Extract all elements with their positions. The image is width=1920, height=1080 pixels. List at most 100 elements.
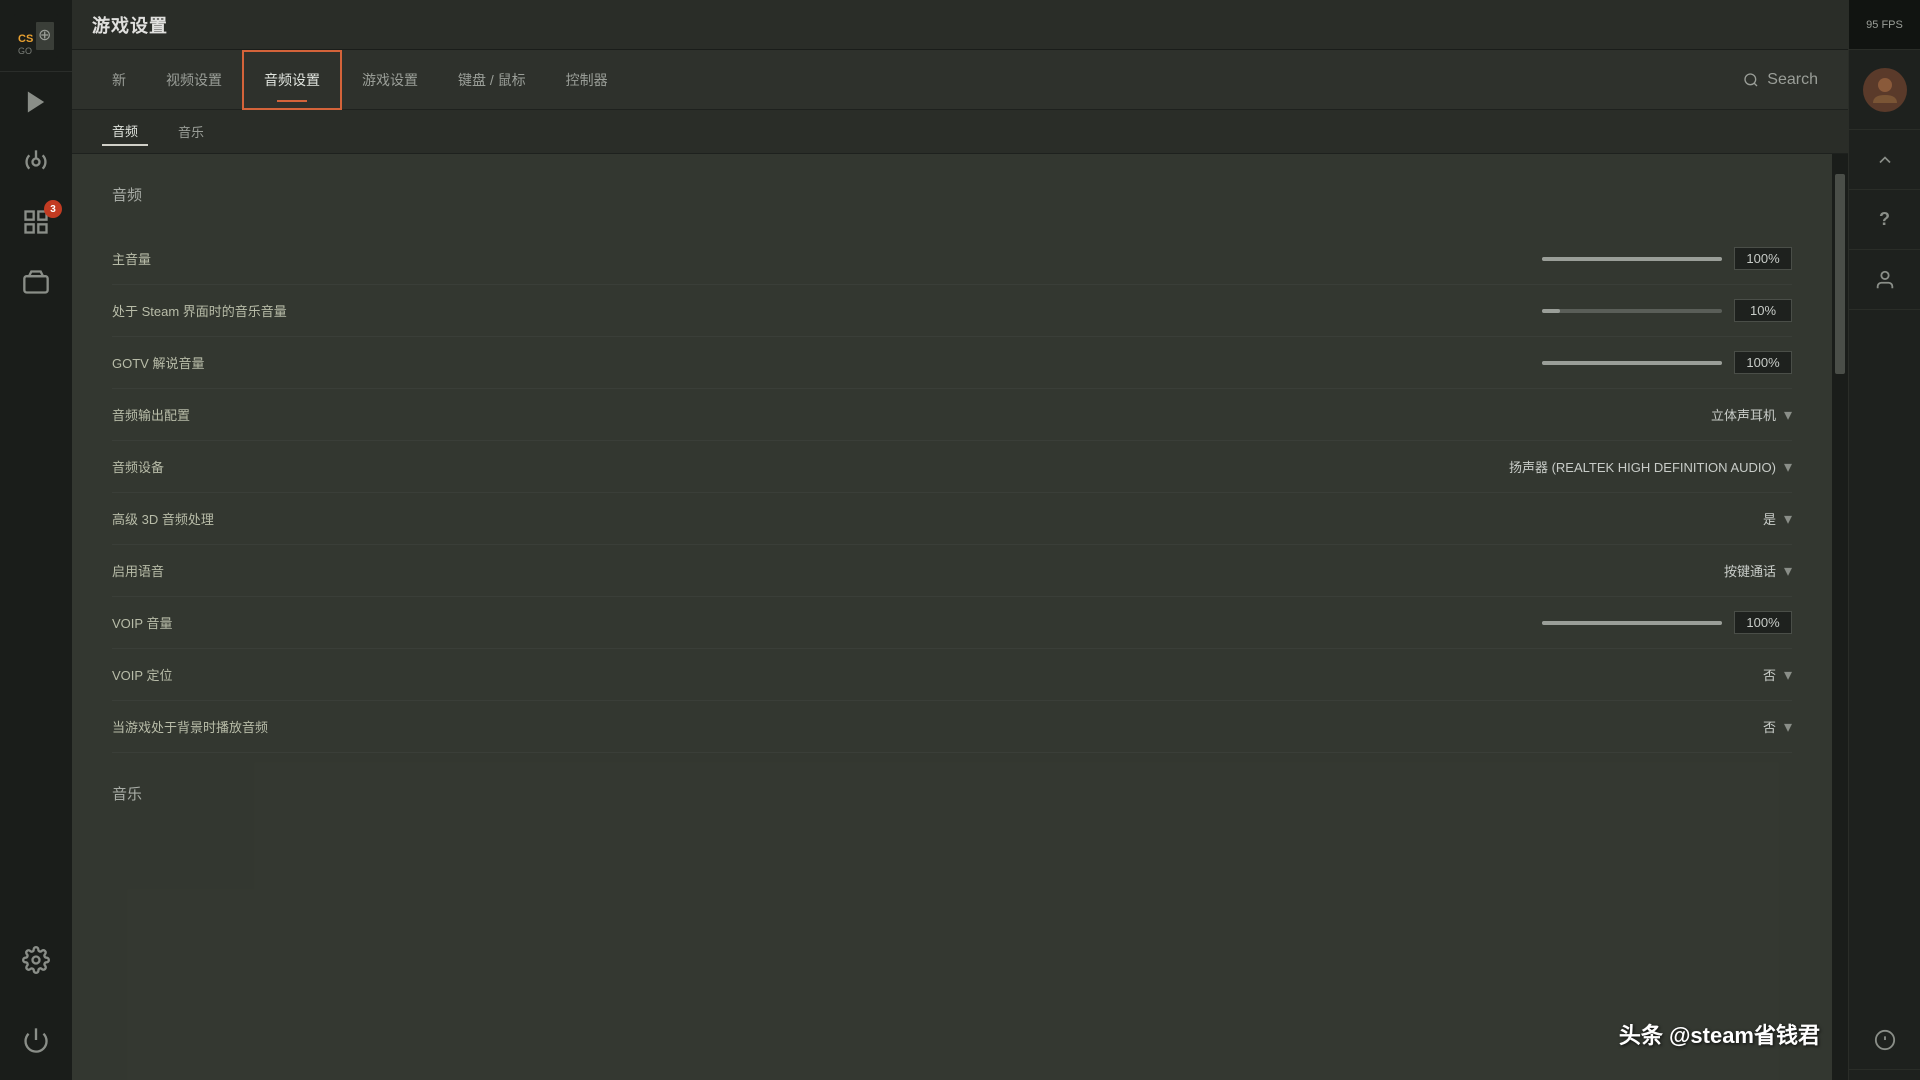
section-audio-title: 音频: [112, 184, 1792, 213]
3d-audio-control: 是 ▾: [412, 509, 1792, 529]
far-right-panel: 95 FPS ?: [1848, 0, 1920, 1080]
tab-new[interactable]: 新: [92, 50, 146, 110]
3d-audio-dropdown[interactable]: 是 ▾: [1763, 509, 1792, 529]
scroll-thumb[interactable]: [1835, 174, 1845, 374]
tab-keyboard[interactable]: 键盘 / 鼠标: [438, 50, 546, 110]
audio-output-value: 立体声耳机: [1711, 405, 1776, 424]
master-volume-label: 主音量: [112, 249, 412, 268]
tab-video[interactable]: 视频设置: [146, 50, 242, 110]
setting-bg-audio: 当游戏处于背景时播放音频 否 ▾: [112, 701, 1792, 753]
audio-device-arrow-icon: ▾: [1784, 457, 1792, 477]
setting-master-volume: 主音量 100%: [112, 233, 1792, 285]
header: 游戏设置: [72, 0, 1848, 50]
svg-text:CS: CS: [18, 33, 33, 45]
user-avatar: [1863, 68, 1907, 112]
steam-music-label: 处于 Steam 界面时的音乐音量: [112, 301, 412, 320]
setting-voice-enable: 启用语音 按键通话 ▾: [112, 545, 1792, 597]
voip-volume-fill: [1542, 621, 1722, 625]
user-icon: [1874, 269, 1896, 291]
sidebar-item-watch[interactable]: [0, 252, 72, 312]
voip-positional-arrow-icon: ▾: [1784, 665, 1792, 685]
master-volume-control: 100%: [412, 247, 1792, 270]
tab-game[interactable]: 游戏设置: [342, 50, 438, 110]
user-button[interactable]: [1849, 250, 1920, 310]
content-wrapper: 音频 主音量 100% 处于 Steam 界面时的音乐音量: [72, 154, 1848, 1080]
setting-3d-audio: 高级 3D 音频处理 是 ▾: [112, 493, 1792, 545]
master-volume-slider-container: [412, 257, 1722, 261]
voip-volume-label: VOIP 音量: [112, 613, 412, 632]
gotv-fill: [1542, 361, 1722, 365]
settings-content: 音频 主音量 100% 处于 Steam 界面时的音乐音量: [72, 154, 1832, 1080]
gotv-track[interactable]: [1542, 361, 1722, 365]
voip-volume-value: 100%: [1734, 611, 1792, 634]
bg-audio-control: 否 ▾: [412, 717, 1792, 737]
bg-audio-dropdown[interactable]: 否 ▾: [1763, 717, 1792, 737]
sidebar-item-inventory[interactable]: 3: [0, 192, 72, 252]
3d-audio-value: 是: [1763, 509, 1776, 528]
master-volume-fill: [1542, 257, 1722, 261]
bg-audio-arrow-icon: ▾: [1784, 717, 1792, 737]
inventory-badge: 3: [44, 200, 62, 218]
voip-positional-label: VOIP 定位: [112, 665, 412, 684]
bg-audio-label: 当游戏处于背景时播放音频: [112, 717, 412, 736]
steam-music-value: 10%: [1734, 299, 1792, 322]
sidebar-item-settings[interactable]: [0, 930, 72, 990]
setting-voip-volume: VOIP 音量 100%: [112, 597, 1792, 649]
setting-gotv: GOTV 解说音量 100%: [112, 337, 1792, 389]
audio-output-dropdown[interactable]: 立体声耳机 ▾: [1711, 405, 1792, 425]
fps-display: 95 FPS: [1849, 0, 1920, 50]
svg-text:⊕: ⊕: [38, 27, 51, 44]
tab-controller[interactable]: 控制器: [546, 50, 628, 110]
scrollbar[interactable]: [1832, 154, 1848, 1080]
steam-music-fill: [1542, 309, 1560, 313]
audio-output-label: 音频输出配置: [112, 405, 412, 424]
info-button[interactable]: [1849, 1010, 1920, 1070]
voip-volume-track[interactable]: [1542, 621, 1722, 625]
sidebar-logo: CS GO ⊕: [0, 0, 72, 72]
chevron-up-icon: [1875, 150, 1895, 170]
watermark: 头条 @steam省钱君: [1619, 1018, 1820, 1050]
help-button[interactable]: ?: [1849, 190, 1920, 250]
steam-music-control: 10%: [412, 299, 1792, 322]
tab-search[interactable]: Search: [1743, 71, 1828, 89]
setting-steam-music: 处于 Steam 界面时的音乐音量 10%: [112, 285, 1792, 337]
gotv-value: 100%: [1734, 351, 1792, 374]
chevron-up-button[interactable]: [1849, 130, 1920, 190]
subtab-audio[interactable]: 音频: [102, 117, 148, 146]
voip-positional-dropdown[interactable]: 否 ▾: [1763, 665, 1792, 685]
tab-audio[interactable]: 音频设置: [242, 50, 342, 110]
setting-audio-device: 音频设备 扬声器 (REALTEK HIGH DEFINITION AUDIO)…: [112, 441, 1792, 493]
audio-device-value: 扬声器 (REALTEK HIGH DEFINITION AUDIO): [1509, 457, 1776, 476]
voice-enable-control: 按键通话 ▾: [412, 561, 1792, 581]
steam-music-slider-container: [412, 309, 1722, 313]
master-volume-value: 100%: [1734, 247, 1792, 270]
3d-audio-label: 高级 3D 音频处理: [112, 509, 412, 528]
master-volume-track[interactable]: [1542, 257, 1722, 261]
csgo-logo-icon: CS GO ⊕: [14, 14, 58, 58]
audio-device-dropdown[interactable]: 扬声器 (REALTEK HIGH DEFINITION AUDIO) ▾: [1509, 457, 1792, 477]
svg-text:GO: GO: [18, 46, 32, 56]
setting-voip-positional: VOIP 定位 否 ▾: [112, 649, 1792, 701]
steam-music-track[interactable]: [1542, 309, 1722, 313]
subtab-music[interactable]: 音乐: [168, 118, 214, 145]
nav-tabs: 新 视频设置 音频设置 游戏设置 键盘 / 鼠标 控制器 Search: [72, 50, 1848, 110]
voip-positional-control: 否 ▾: [412, 665, 1792, 685]
section-music-title: 音乐: [112, 783, 1792, 812]
audio-output-control: 立体声耳机 ▾: [412, 405, 1792, 425]
sidebar-item-play[interactable]: [0, 72, 72, 132]
sidebar-item-power[interactable]: [0, 1010, 72, 1070]
voip-positional-value: 否: [1763, 665, 1776, 684]
sidebar-item-antenna[interactable]: [0, 132, 72, 192]
avatar-image: [1870, 75, 1900, 105]
voice-enable-dropdown[interactable]: 按键通话 ▾: [1724, 561, 1792, 581]
gotv-label: GOTV 解说音量: [112, 353, 412, 372]
search-icon: [1743, 72, 1759, 88]
avatar-button[interactable]: [1849, 50, 1920, 130]
audio-output-arrow-icon: ▾: [1784, 405, 1792, 425]
question-mark-icon: ?: [1879, 209, 1890, 230]
voice-enable-label: 启用语音: [112, 561, 412, 580]
voip-volume-control: 100%: [412, 611, 1792, 634]
voice-enable-value: 按键通话: [1724, 561, 1776, 580]
voip-volume-slider-container: [412, 621, 1722, 625]
sidebar: CS GO ⊕ 3: [0, 0, 72, 1080]
